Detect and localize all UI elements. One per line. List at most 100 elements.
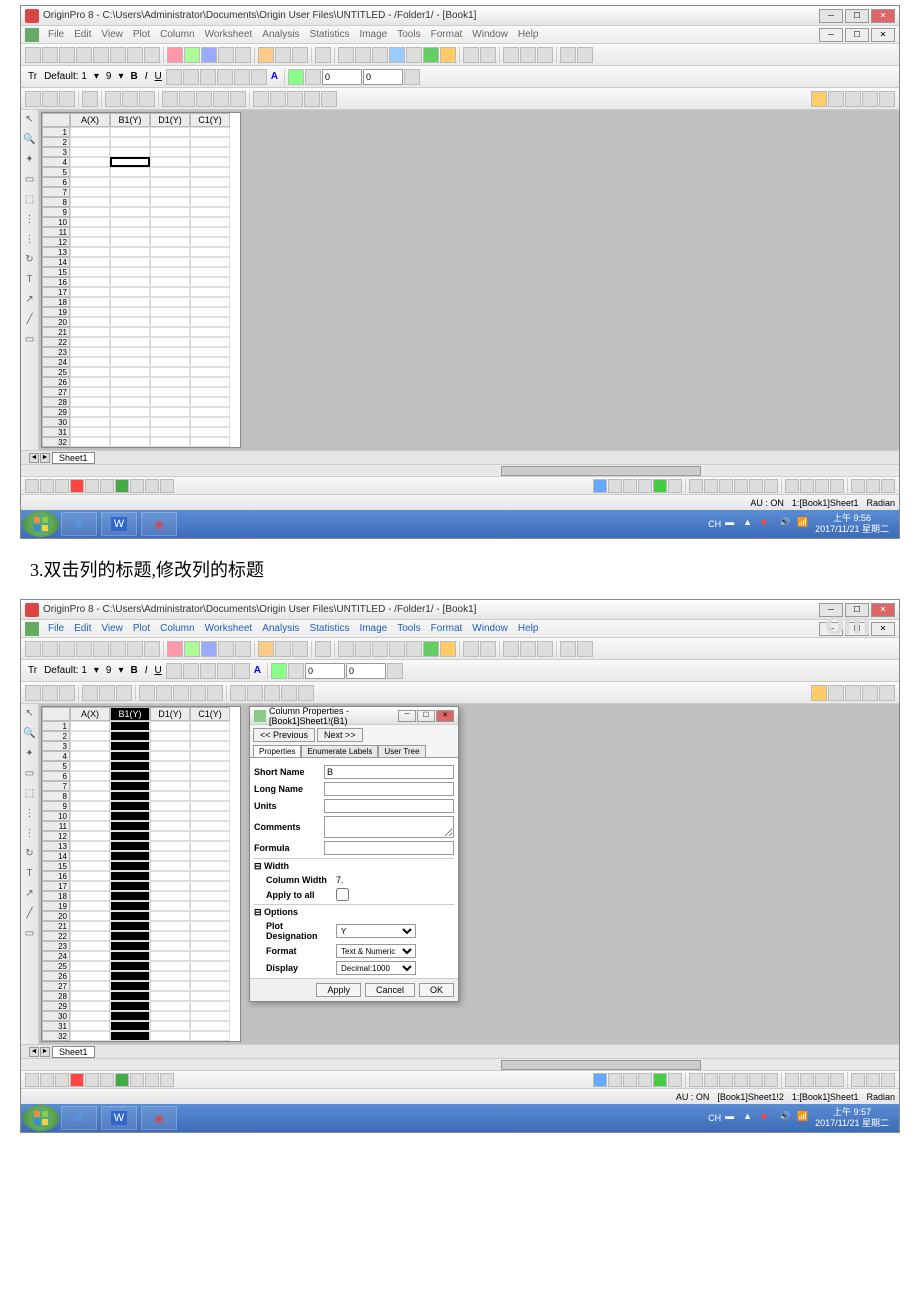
cell[interactable] — [150, 801, 190, 811]
cell[interactable] — [190, 217, 230, 227]
bt-icon-4[interactable] — [70, 479, 84, 493]
cell[interactable] — [70, 721, 110, 731]
cell[interactable] — [110, 367, 150, 377]
cell[interactable] — [70, 197, 110, 207]
cell[interactable] — [190, 167, 230, 177]
tb-icon-25[interactable] — [463, 641, 479, 657]
row-number[interactable]: 6 — [42, 177, 70, 187]
cell[interactable] — [190, 981, 230, 991]
cell[interactable] — [190, 951, 230, 961]
cell[interactable] — [150, 771, 190, 781]
cell[interactable] — [110, 227, 150, 237]
row-number[interactable]: 25 — [42, 961, 70, 971]
cell[interactable] — [70, 237, 110, 247]
tb-icon-24[interactable] — [440, 47, 456, 63]
cell[interactable] — [110, 881, 150, 891]
menu-help[interactable]: Help — [513, 29, 544, 40]
cell[interactable] — [70, 791, 110, 801]
g-icon-4[interactable] — [82, 91, 98, 107]
worksheet-row[interactable]: 25 — [42, 961, 240, 971]
cell[interactable] — [70, 811, 110, 821]
cell[interactable] — [110, 1031, 150, 1041]
col-header-c[interactable]: C1(Y) — [190, 113, 230, 127]
row-number[interactable]: 12 — [42, 831, 70, 841]
cell[interactable] — [70, 801, 110, 811]
tb-icon-16[interactable] — [292, 47, 308, 63]
worksheet-row[interactable]: 13 — [42, 841, 240, 851]
bt-icon-20[interactable] — [734, 479, 748, 493]
bt-icon-3[interactable] — [55, 479, 69, 493]
cell[interactable] — [190, 971, 230, 981]
row-number[interactable]: 7 — [42, 187, 70, 197]
row-number[interactable]: 26 — [42, 377, 70, 387]
menu-file[interactable]: File — [43, 623, 69, 634]
menu-statistics[interactable]: Statistics — [304, 623, 354, 634]
row-number[interactable]: 8 — [42, 791, 70, 801]
cell[interactable] — [110, 931, 150, 941]
cell[interactable] — [190, 931, 230, 941]
row-number[interactable]: 23 — [42, 347, 70, 357]
worksheet-row[interactable]: 25 — [42, 367, 240, 377]
worksheet-row[interactable]: 27 — [42, 981, 240, 991]
worksheet-row[interactable]: 13 — [42, 247, 240, 257]
cell[interactable] — [110, 207, 150, 217]
cell[interactable] — [190, 307, 230, 317]
cell[interactable] — [70, 751, 110, 761]
worksheet-row[interactable]: 9 — [42, 207, 240, 217]
worksheet-row[interactable]: 31 — [42, 1021, 240, 1031]
row-number[interactable]: 1 — [42, 721, 70, 731]
tb-icon-14[interactable] — [258, 47, 274, 63]
region-icon[interactable]: ▭ — [23, 768, 37, 782]
worksheet-row[interactable]: 14 — [42, 257, 240, 267]
reader-icon[interactable]: ✦ — [23, 154, 37, 168]
cell[interactable] — [150, 1011, 190, 1021]
cell[interactable] — [70, 367, 110, 377]
cell[interactable] — [150, 731, 190, 741]
cell[interactable] — [70, 901, 110, 911]
underline-button[interactable]: U — [152, 71, 165, 82]
cell[interactable] — [70, 347, 110, 357]
cell[interactable] — [110, 861, 150, 871]
menu-analysis[interactable]: Analysis — [257, 623, 304, 634]
worksheet-row[interactable]: 3 — [42, 741, 240, 751]
menu-window[interactable]: Window — [467, 29, 513, 40]
worksheet-row[interactable]: 28 — [42, 991, 240, 1001]
pointer-icon[interactable]: ↖ — [23, 708, 37, 722]
cell[interactable] — [70, 247, 110, 257]
row-number[interactable]: 19 — [42, 901, 70, 911]
cell[interactable] — [190, 407, 230, 417]
cell[interactable] — [70, 187, 110, 197]
worksheet-row[interactable]: 11 — [42, 227, 240, 237]
cell[interactable] — [150, 841, 190, 851]
cell[interactable] — [190, 841, 230, 851]
paste-icon[interactable] — [537, 47, 553, 63]
tb-icon-11[interactable] — [201, 47, 217, 63]
g-icon-13[interactable] — [253, 91, 269, 107]
cell[interactable] — [70, 841, 110, 851]
tb-icon-23[interactable] — [423, 47, 439, 63]
tray-lang[interactable]: CH — [708, 519, 721, 529]
cell[interactable] — [110, 991, 150, 1001]
worksheet-row[interactable]: 20 — [42, 911, 240, 921]
cell[interactable] — [190, 751, 230, 761]
fmt-icon-6[interactable] — [251, 69, 267, 85]
worksheet-row[interactable]: 29 — [42, 407, 240, 417]
new-icon[interactable] — [25, 641, 41, 657]
cell[interactable] — [110, 337, 150, 347]
fmt-icon-5[interactable] — [234, 69, 250, 85]
row-number[interactable]: 7 — [42, 781, 70, 791]
cell[interactable] — [70, 217, 110, 227]
cut-icon[interactable] — [503, 641, 519, 657]
cell[interactable] — [70, 427, 110, 437]
cell[interactable] — [150, 237, 190, 247]
cell[interactable] — [150, 941, 190, 951]
cell[interactable] — [70, 157, 110, 167]
row-number[interactable]: 4 — [42, 157, 70, 167]
cell[interactable] — [110, 891, 150, 901]
row-number[interactable]: 17 — [42, 881, 70, 891]
row-number[interactable]: 11 — [42, 821, 70, 831]
maximize-button[interactable]: ☐ — [845, 9, 869, 23]
tray-icon-2[interactable]: ▲ — [743, 517, 757, 531]
row-number[interactable]: 14 — [42, 851, 70, 861]
worksheet-row[interactable]: 11 — [42, 821, 240, 831]
